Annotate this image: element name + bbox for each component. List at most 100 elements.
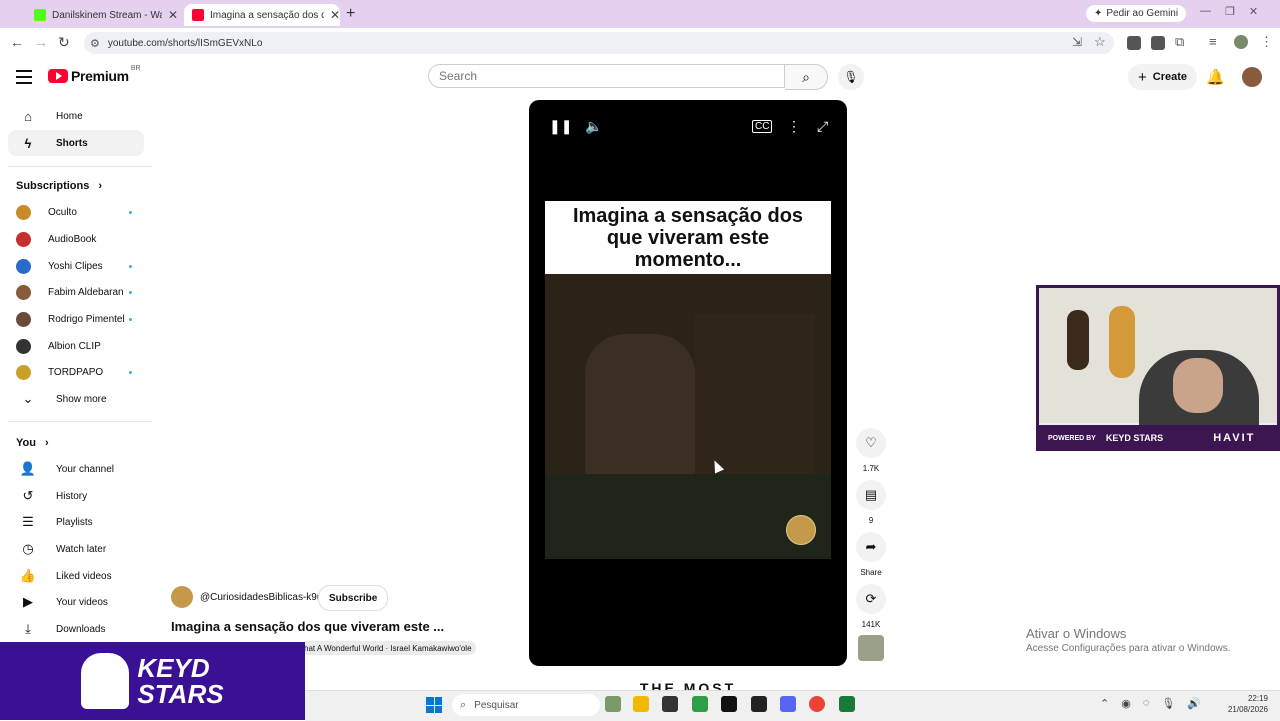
minimize-icon[interactable]: — <box>1200 5 1211 18</box>
chevron-up-icon[interactable]: ⌃ <box>1100 697 1109 710</box>
back-icon[interactable]: ← <box>10 34 24 50</box>
reload-icon[interactable]: ↻ <box>58 34 70 51</box>
sidebar-item-label: History <box>56 490 88 502</box>
extension-icon[interactable] <box>1151 36 1165 50</box>
obs-icon[interactable] <box>751 696 767 712</box>
gemini-label: Pedir ao Gemini <box>1106 8 1179 19</box>
chevron-down-icon: ⌄ <box>22 391 34 406</box>
sidebar-item-subscription[interactable]: Fabim Aldebaran <box>16 280 136 304</box>
taskbar-app-icon[interactable] <box>605 696 621 712</box>
audio-track-thumbnail[interactable] <box>858 635 884 661</box>
sidebar-item-playlists[interactable]: ☰ Playlists <box>8 509 144 535</box>
like-button[interactable]: ♡ 1.7K <box>856 428 886 473</box>
close-window-icon[interactable]: ✕ <box>1249 5 1258 18</box>
video-frame[interactable] <box>545 274 831 559</box>
tray-app-icon[interactable]: ◉ <box>1121 697 1131 710</box>
volume-icon[interactable]: 🔈 <box>585 118 602 135</box>
create-button[interactable]: + Create <box>1128 64 1198 90</box>
close-tab-icon[interactable]: ✕ <box>330 8 340 22</box>
music-chip[interactable]: hat A Wonderful World · Israel Kamakawiw… <box>300 641 476 655</box>
show-more-label: Show more <box>56 393 107 405</box>
reading-list-icon[interactable]: ≡ <box>1209 34 1217 49</box>
fullscreen-icon[interactable]: ⤢ <box>817 118 828 135</box>
sidebar-item-subscription[interactable]: Oculto <box>16 200 136 224</box>
search-button[interactable]: ⌕ <box>785 64 828 90</box>
channel-handle[interactable]: @CuriosidadesBiblicas-k9u <box>200 592 322 603</box>
sidebar-item-liked-videos[interactable]: 👍 Liked videos <box>8 563 144 589</box>
tab-youtube-short[interactable]: Imagina a sensação dos qu ✕ <box>184 4 340 26</box>
maximize-icon[interactable]: ❐ <box>1225 5 1235 18</box>
sidebar-item-watch-later[interactable]: ◷ Watch later <box>8 536 144 562</box>
sidebar-item-label: Home <box>56 110 83 122</box>
sidebar-item-label: Downloads <box>56 623 106 635</box>
tab-kick-stream[interactable]: Danilskinem Stream - Watch Li ✕ <box>26 4 178 26</box>
pause-icon[interactable]: ❚❚ <box>549 118 572 135</box>
sidebar-item-label: Liked videos <box>56 570 112 582</box>
taskbar-app-icon[interactable] <box>721 696 737 712</box>
channel-name: Oculto <box>48 206 77 218</box>
browser-menu-icon[interactable]: ⋮ <box>1260 34 1273 50</box>
youtube-favicon-icon <box>192 9 204 21</box>
chrome-icon[interactable] <box>809 696 825 712</box>
close-tab-icon[interactable]: ✕ <box>168 8 178 22</box>
site-info-icon[interactable]: ⚙ <box>90 37 100 50</box>
sidebar-item-label: Watch later <box>56 543 107 555</box>
channel-avatar[interactable] <box>171 586 193 608</box>
sidebar-item-downloads[interactable]: ⤓ Downloads <box>8 616 144 642</box>
share-button[interactable]: ➦ Share <box>856 532 886 577</box>
activate-windows-subtitle: Acesse Configurações para ativar o Windo… <box>1026 643 1231 654</box>
new-tab-icon[interactable]: + <box>346 5 355 23</box>
logo-text: Premium <box>71 68 129 84</box>
file-explorer-icon[interactable] <box>633 696 649 712</box>
you-heading[interactable]: You › <box>16 437 49 449</box>
sidebar-item-subscription[interactable]: Rodrigo Pimentel <box>16 307 136 331</box>
url-field[interactable]: ⚙ youtube.com/shorts/lISmGEVxNLo <box>84 32 1114 54</box>
taskbar-app-icon[interactable] <box>692 696 708 712</box>
profile-avatar[interactable] <box>1234 35 1248 49</box>
sidebar-item-shorts[interactable]: ϟ Shorts <box>8 130 144 156</box>
more-options-icon[interactable]: ⋮ <box>787 118 801 135</box>
microphone-icon[interactable]: 🎙 <box>1161 697 1175 710</box>
subscriptions-heading[interactable]: Subscriptions › <box>16 180 102 192</box>
taskbar-search-input[interactable]: ⌕ Pesquisar <box>452 694 600 716</box>
sidebar-item-history[interactable]: ↺ History <box>8 483 144 509</box>
sidebar-item-subscription[interactable]: AudioBook <box>16 227 136 251</box>
sidebar-item-label: Your channel <box>56 463 115 475</box>
gemini-button[interactable]: ✦ Pedir ao Gemini <box>1086 5 1187 22</box>
sidebar-item-subscription[interactable]: Albion CLIP <box>16 334 136 358</box>
network-icon[interactable]: ◌ <box>1143 697 1150 710</box>
sidebar-item-your-videos[interactable]: ▶ Your videos <box>8 589 144 615</box>
youtube-premium-logo[interactable]: Premium BR <box>48 65 141 84</box>
discord-icon[interactable] <box>780 696 796 712</box>
taskbar-clock[interactable]: 22:19 21/08/2026 <box>1196 693 1268 715</box>
captions-icon[interactable]: CC <box>752 120 773 133</box>
search-icon: ⌕ <box>802 68 810 85</box>
channel-avatar <box>16 231 31 247</box>
notifications-bell-icon[interactable]: 🔔 <box>1206 68 1225 86</box>
extensions-puzzle-icon[interactable]: ⧉ <box>1175 34 1184 50</box>
taskbar-app-icon[interactable] <box>839 696 855 712</box>
channel-avatar <box>16 364 31 380</box>
forward-icon[interactable]: → <box>34 34 48 50</box>
sidebar-item-subscription[interactable]: Yoshi Clipes <box>16 254 136 278</box>
hamburger-menu-icon[interactable] <box>16 70 32 88</box>
sidebar-item-your-channel[interactable]: 👤 Your channel <box>8 456 144 482</box>
extension-icon[interactable] <box>1127 36 1141 50</box>
taskbar-app-icon[interactable] <box>662 696 678 712</box>
subscribe-button[interactable]: Subscribe <box>318 585 389 611</box>
install-app-icon[interactable]: ⇲ <box>1072 35 1082 49</box>
share-label: Share <box>860 568 882 577</box>
new-content-dot <box>129 264 132 268</box>
search-input[interactable]: Search <box>428 64 785 88</box>
remix-button[interactable]: ⟳ 141K <box>856 584 886 629</box>
sidebar-item-subscription[interactable]: TORDPAPO <box>16 360 136 384</box>
account-avatar[interactable] <box>1242 67 1262 87</box>
sidebar-item-home[interactable]: ⌂ Home <box>8 103 144 129</box>
bookmark-star-icon[interactable]: ☆ <box>1094 34 1106 50</box>
voice-search-button[interactable]: 🎙 <box>838 64 864 90</box>
windows-start-icon[interactable] <box>426 697 442 713</box>
comments-button[interactable]: ▤ 9 <box>856 480 886 525</box>
short-title[interactable]: Imagina a sensação dos que viveram este … <box>171 619 444 634</box>
show-more-button[interactable]: ⌄ Show more <box>8 386 144 412</box>
channel-avatar <box>16 258 31 274</box>
